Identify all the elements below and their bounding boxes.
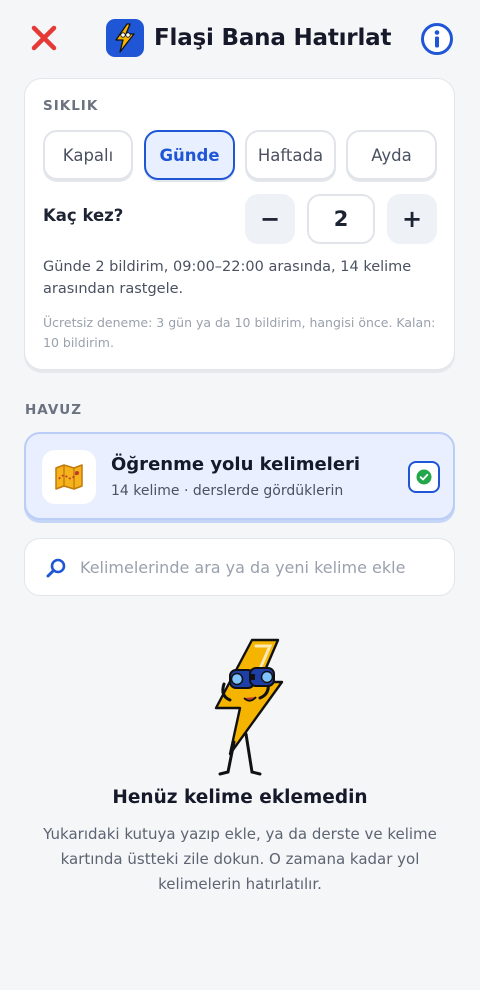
lightning-mascot-icon [106,19,144,57]
pool-item-subtitle: 14 kelime · derslerde gördüklerin [111,483,344,499]
decrement-button[interactable]: − [245,194,295,244]
binoculars-mascot-illustration [214,638,284,776]
pool-section-label: HAVUZ [25,402,83,418]
check-icon [416,469,432,485]
empty-state-title: Henüz kelime eklemedin [112,787,368,808]
frequency-option-off[interactable]: Kapalı [43,130,133,180]
search-input[interactable] [80,549,440,585]
title-wrap: Flaşi Bana Hatırlat [106,18,391,58]
frequency-card: SIKLIK Kapalı Günde Haftada Ayda Kaç kez… [24,78,455,370]
pool-item-learning-path[interactable]: Öğrenme yolu kelimeleri 14 kelime · ders… [24,432,455,520]
header: Flaşi Bana Hatırlat [0,0,480,78]
search-box [24,538,455,596]
frequency-section-label: SIKLIK [43,98,99,114]
page-title: Flaşi Bana Hatırlat [154,25,392,51]
frequency-summary: Günde 2 bildirim, 09:00–22:00 arasında, … [43,259,412,297]
info-button[interactable] [418,20,456,58]
map-icon [42,450,96,504]
count-label: Kaç kez? [43,206,124,225]
frequency-option-daily[interactable]: Günde [144,130,235,180]
frequency-option-monthly[interactable]: Ayda [346,130,437,180]
close-icon [31,25,57,51]
frequency-option-weekly[interactable]: Haftada [245,130,336,180]
flashi-reminder-screen: Flaşi Bana Hatırlat SIKLIK Kapalı Günde … [0,0,480,990]
increment-button[interactable]: + [387,194,437,244]
count-value: 2 [307,194,375,244]
pool-item-checkbox[interactable] [408,461,440,493]
empty-state-text: Yukarıdaki kutuya yazıp ekle, ya da ders… [43,825,437,893]
info-icon [421,23,453,55]
trial-note: Ücretsiz deneme: 3 gün ya da 10 bildirim… [43,315,436,350]
search-icon [46,558,66,578]
pool-item-title: Öğrenme yolu kelimeleri [111,454,361,475]
close-button[interactable] [26,20,62,56]
